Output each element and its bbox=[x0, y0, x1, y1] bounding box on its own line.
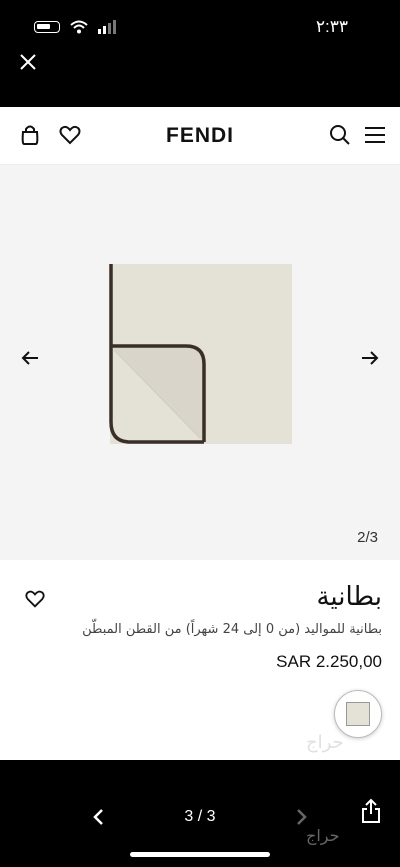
share-icon[interactable] bbox=[360, 798, 382, 824]
color-swatch-icon bbox=[346, 702, 370, 726]
next-image-chevron-icon[interactable] bbox=[292, 808, 310, 826]
status-time: ٢:٣٣ bbox=[315, 17, 348, 36]
status-bar: ٢:٣٣ bbox=[0, 0, 400, 46]
close-icon[interactable] bbox=[18, 52, 38, 72]
gallery-counter: 2/3 bbox=[357, 529, 378, 546]
wifi-icon bbox=[70, 20, 88, 34]
status-icons bbox=[34, 20, 116, 34]
product-description: بطانية للمواليد (من 0 إلى 24 شهراً) من ا… bbox=[82, 622, 382, 637]
product-gallery: 2/3 bbox=[0, 165, 400, 560]
signal-icon bbox=[98, 20, 116, 34]
home-indicator[interactable] bbox=[130, 852, 270, 857]
viewer-bottom-bar: 3 / 3 حراج bbox=[0, 760, 400, 867]
watermark-text: حراج bbox=[306, 732, 344, 753]
menu-icon[interactable] bbox=[363, 123, 387, 147]
product-price: SAR 2.250,00 bbox=[276, 652, 382, 671]
bottom-watermark-text: حراج bbox=[306, 826, 340, 845]
search-icon[interactable] bbox=[328, 123, 352, 147]
battery-icon bbox=[34, 21, 60, 33]
viewer-top-bar bbox=[0, 46, 400, 107]
favorite-heart-icon[interactable] bbox=[24, 588, 46, 610]
product-title: بطانية bbox=[316, 582, 382, 612]
color-swatch-button[interactable] bbox=[334, 690, 382, 738]
product-info: بطانية بطانية للمواليد (من 0 إلى 24 شهرا… bbox=[0, 560, 400, 760]
gallery-next-arrow-icon[interactable] bbox=[360, 348, 380, 368]
gallery-prev-arrow-icon[interactable] bbox=[20, 348, 40, 368]
site-header: FENDI bbox=[0, 107, 400, 165]
product-image bbox=[109, 264, 292, 444]
page-indicator: 3 / 3 bbox=[184, 808, 216, 825]
